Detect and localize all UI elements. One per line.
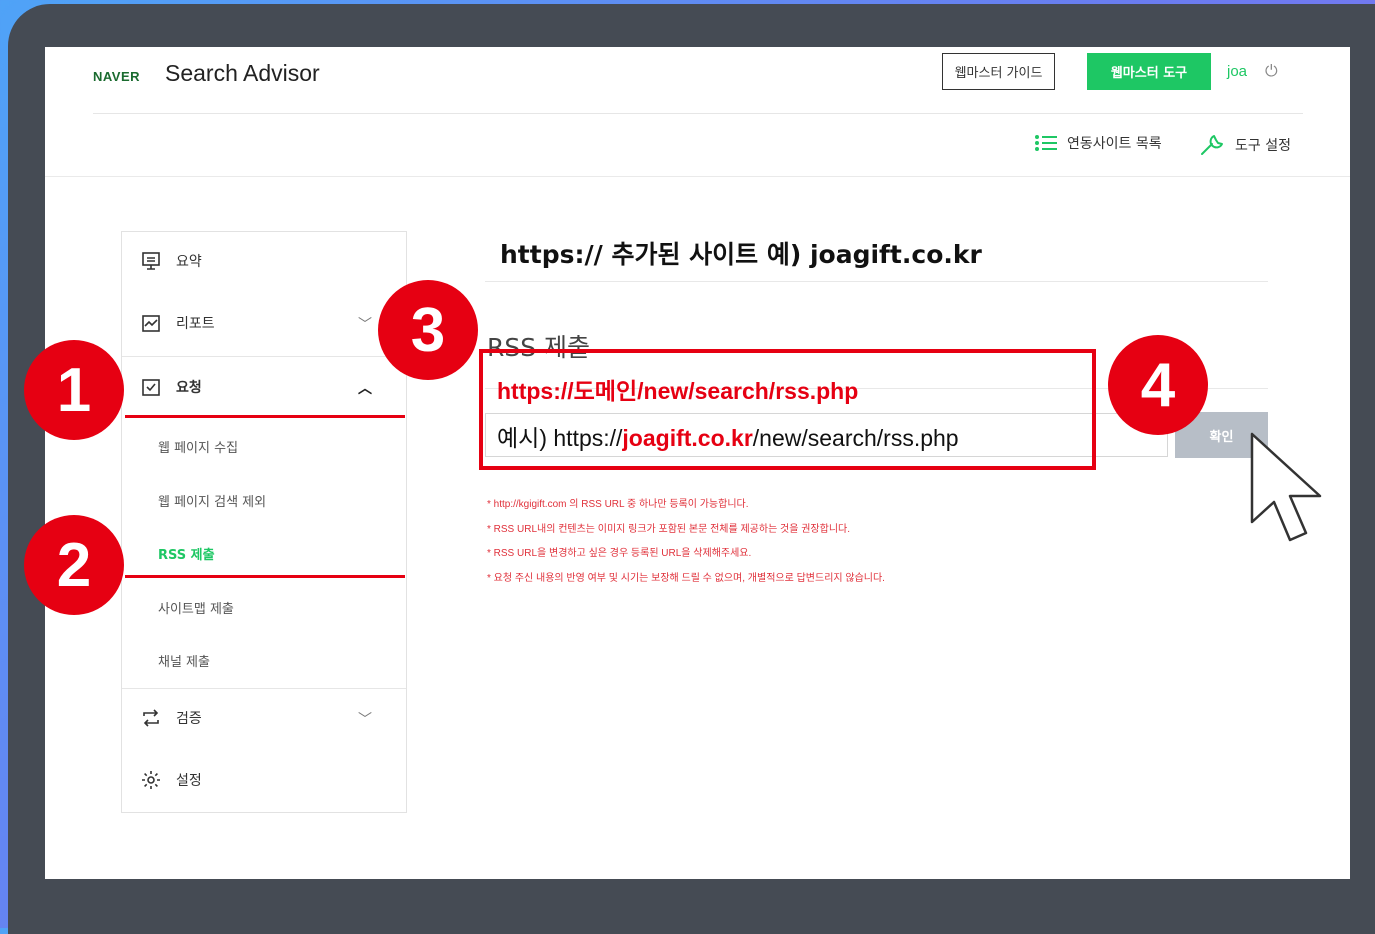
sidebar-item-label: 요약 xyxy=(176,254,202,270)
step-badge-2: 2 xyxy=(24,515,124,615)
site-list-link[interactable]: 연동사이트 목록 xyxy=(1035,133,1162,153)
list-icon xyxy=(1035,135,1057,151)
sidebar-subitem-web-exclude[interactable]: 웹 페이지 검색 제외 xyxy=(158,491,266,510)
notice-list: * http://kgigift.com 의 RSS URL 중 하나만 등록이… xyxy=(487,493,885,591)
step-badge-1: 1 xyxy=(24,340,124,440)
logout-power-icon[interactable]: ⏻ xyxy=(1265,61,1278,81)
sidebar-item-report[interactable]: 리포트 xyxy=(140,312,215,334)
sidebar-item-verify[interactable]: 검증 xyxy=(140,707,202,729)
request-icon xyxy=(140,376,162,398)
chevron-up-icon[interactable]: ︿ xyxy=(358,378,372,398)
user-name[interactable]: joa xyxy=(1227,63,1247,80)
mouse-cursor-icon xyxy=(1250,432,1322,542)
sidebar-item-request[interactable]: 요청 xyxy=(140,376,202,398)
sidebar: 요약 리포트 ﹀ 요청 ︿ 웹 페이지 수집 웹 페이지 검색 제외 RSS 제… xyxy=(121,231,407,813)
rss-url-example: 예시) https://joagift.co.kr/new/search/rss… xyxy=(497,419,959,453)
sidebar-subitem-channel-submit[interactable]: 채널 제출 xyxy=(158,651,210,670)
notice-item: * 요청 주신 내용의 반영 여부 및 시기는 보장해 드릴 수 없으며, 개별… xyxy=(487,572,885,584)
site-list-label: 연동사이트 목록 xyxy=(1067,136,1162,152)
tool-settings-label: 도구 설정 xyxy=(1235,138,1291,154)
chevron-down-icon[interactable]: ﹀ xyxy=(358,314,372,334)
header-divider xyxy=(93,113,1303,114)
report-icon xyxy=(140,312,162,334)
tool-settings-link[interactable]: 도구 설정 xyxy=(1199,133,1291,157)
step-badge-4: 4 xyxy=(1108,335,1208,435)
naver-logo[interactable]: NAVER xyxy=(93,69,140,84)
example-prefix: 예시) xyxy=(497,425,554,451)
sidebar-subitem-rss-submit[interactable]: RSS 제출 xyxy=(158,544,215,563)
sidebar-item-label: 설정 xyxy=(176,773,202,789)
gear-icon xyxy=(140,769,162,791)
content-divider xyxy=(485,281,1268,282)
summary-icon xyxy=(140,250,162,272)
wrench-icon xyxy=(1201,135,1223,155)
notice-item: * RSS URL을 변경하고 싶은 경우 등록된 URL을 삭제해주세요. xyxy=(487,548,752,559)
notice-item: * RSS URL내의 컨텐츠는 이미지 링크가 포함된 본문 전체를 제공하는… xyxy=(487,523,850,535)
chevron-down-icon[interactable]: ﹀ xyxy=(358,709,372,729)
sidebar-item-label: 리포트 xyxy=(176,316,215,332)
marker-line-rss xyxy=(125,575,405,578)
example-domain: joagift.co.kr xyxy=(622,425,753,451)
sidebar-item-label: 요청 xyxy=(176,380,202,396)
verify-arrows-icon xyxy=(140,707,162,729)
sidebar-subitem-sitemap-submit[interactable]: 사이트맵 제출 xyxy=(158,598,234,617)
site-title: https:// 추가된 사이트 예) joagift.co.kr xyxy=(500,240,982,269)
webmaster-guide-button[interactable]: 웹마스터 가이드 xyxy=(942,53,1055,90)
notice-item: * http://kgigift.com 의 RSS URL 중 하나만 등록이… xyxy=(487,499,749,510)
sidebar-subitem-web-collect[interactable]: 웹 페이지 수집 xyxy=(158,437,238,456)
sidebar-divider xyxy=(122,688,406,689)
nav-divider xyxy=(45,176,1350,177)
example-path: /new/search/rss.php xyxy=(752,425,959,451)
marker-line-request xyxy=(125,415,405,418)
step-badge-3: 3 xyxy=(378,280,478,380)
browser-screen: NAVER Search Advisor 웹마스터 가이드 웹마스터 도구 jo… xyxy=(45,47,1350,879)
sidebar-item-settings[interactable]: 설정 xyxy=(140,769,202,791)
webmaster-tool-button[interactable]: 웹마스터 도구 xyxy=(1087,53,1211,90)
example-scheme: https:// xyxy=(553,425,623,451)
sidebar-item-label: 검증 xyxy=(176,711,202,727)
rss-url-format: https://도메인/new/search/rss.php xyxy=(497,378,859,404)
brand-title[interactable]: Search Advisor xyxy=(165,60,320,87)
sidebar-divider xyxy=(122,356,406,357)
sidebar-item-summary[interactable]: 요약 xyxy=(140,250,202,272)
